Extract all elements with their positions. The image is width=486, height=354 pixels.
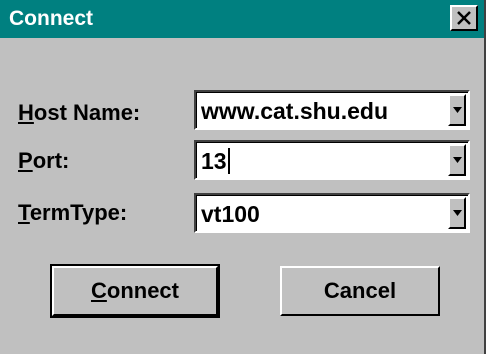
port-value-text: 13: [201, 148, 227, 174]
connect-dialog: Connect Host Name: www.cat.shu.edu Port:…: [0, 0, 486, 354]
host-name-accelerator: H: [18, 100, 34, 125]
port-dropdown-button[interactable]: [448, 144, 466, 176]
close-icon: [457, 11, 471, 25]
termtype-label-text: ermType:: [29, 200, 128, 225]
port-label-text: ort:: [32, 148, 70, 173]
termtype-dropdown-button[interactable]: [448, 197, 466, 229]
port-label: Port:: [18, 148, 69, 174]
cancel-button[interactable]: Cancel: [280, 266, 440, 316]
host-name-dropdown-button[interactable]: [448, 94, 466, 126]
connect-label-text: onnect: [106, 278, 179, 303]
host-name-combobox[interactable]: www.cat.shu.edu: [194, 90, 470, 130]
termtype-value[interactable]: vt100: [201, 201, 260, 228]
termtype-label: TermType:: [18, 200, 127, 226]
port-combobox[interactable]: 13: [194, 140, 470, 180]
text-caret: [227, 148, 230, 174]
title-bar[interactable]: Connect: [0, 0, 484, 38]
port-value[interactable]: 13: [201, 148, 230, 175]
chevron-down-icon: [453, 107, 462, 113]
host-name-label: Host Name:: [18, 100, 140, 126]
close-button[interactable]: [450, 5, 478, 31]
chevron-down-icon: [453, 210, 462, 216]
connect-button[interactable]: Connect: [50, 264, 220, 318]
connect-button-label: Connect: [54, 278, 216, 304]
dialog-title: Connect: [9, 7, 93, 30]
chevron-down-icon: [453, 157, 462, 163]
host-name-label-text: ost Name:: [33, 100, 141, 125]
termtype-accelerator: T: [18, 200, 30, 225]
port-combobox-inner: [196, 142, 468, 178]
connect-accelerator: C: [90, 278, 107, 303]
cancel-button-label: Cancel: [323, 278, 397, 303]
port-accelerator: P: [18, 148, 33, 173]
termtype-combobox[interactable]: vt100: [194, 193, 470, 233]
host-name-value[interactable]: www.cat.shu.edu: [201, 98, 388, 125]
